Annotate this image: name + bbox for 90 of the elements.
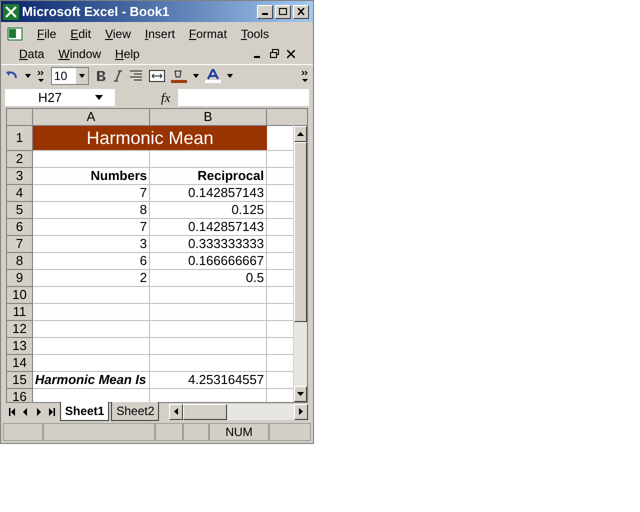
table-cell: Reciprocal <box>150 168 267 185</box>
table-cell: 2 <box>33 270 150 287</box>
row-header[interactable]: 15 <box>7 372 33 389</box>
table-cell: 6 <box>33 253 150 270</box>
excel-icon <box>3 4 19 20</box>
first-sheet-icon[interactable] <box>9 408 16 416</box>
table-cell: Numbers <box>33 168 150 185</box>
bold-icon[interactable] <box>95 70 107 82</box>
row-header[interactable]: 12 <box>7 321 33 338</box>
italic-icon[interactable] <box>113 70 123 82</box>
row-header[interactable]: 9 <box>7 270 33 287</box>
title-cell: Harmonic Mean <box>33 126 267 151</box>
row-header[interactable]: 1 <box>7 126 33 151</box>
row-header[interactable]: 16 <box>7 389 33 402</box>
font-color-icon[interactable] <box>205 68 221 83</box>
sheet-tab[interactable]: Sheet2 <box>111 402 160 421</box>
sheet-tab[interactable]: Sheet1 <box>60 402 110 421</box>
status-panel <box>269 423 311 441</box>
row-header[interactable]: 4 <box>7 185 33 202</box>
scroll-up-icon <box>297 132 304 136</box>
scroll-up-button[interactable] <box>294 126 307 142</box>
more-icon[interactable] <box>301 70 309 82</box>
maximize-button[interactable] <box>275 4 291 19</box>
horizontal-scrollbar[interactable] <box>169 404 308 420</box>
row-header[interactable]: 7 <box>7 236 33 253</box>
function-label[interactable]: fx <box>161 88 170 108</box>
table-cell: Harmonic Mean Is <box>33 372 150 389</box>
row-header[interactable]: 5 <box>7 202 33 219</box>
table-cell: 0.142857143 <box>150 219 267 236</box>
table-cell: 0.333333333 <box>150 236 267 253</box>
next-sheet-icon[interactable] <box>35 408 42 416</box>
row-header[interactable]: 13 <box>7 338 33 355</box>
menu-item[interactable]: Edit <box>70 25 92 44</box>
table-cell: 0.5 <box>150 270 267 287</box>
vertical-scrollbar[interactable] <box>293 109 307 402</box>
menu-item[interactable]: Help <box>115 44 140 63</box>
dropdown-arrow-icon <box>79 74 85 78</box>
close-button[interactable] <box>293 4 309 19</box>
scroll-right-icon <box>299 408 303 415</box>
menu-item[interactable]: File <box>37 25 56 44</box>
menu-item[interactable]: Format <box>188 25 227 44</box>
row-header[interactable]: 10 <box>7 287 33 304</box>
table-cell: 7 <box>33 185 150 202</box>
menu-item[interactable]: Window <box>58 44 102 63</box>
minimize-button[interactable] <box>257 4 273 19</box>
row-header[interactable]: 3 <box>7 168 33 185</box>
table-cell: 0.142857143 <box>150 185 267 202</box>
more-icon[interactable] <box>37 70 45 82</box>
row-header[interactable]: 11 <box>7 304 33 321</box>
table-cell: 7 <box>33 219 150 236</box>
close-icon <box>297 8 305 16</box>
table-cell: 3 <box>33 236 150 253</box>
fill-color-icon[interactable] <box>171 68 187 83</box>
menu-item[interactable]: Tools <box>240 25 269 44</box>
status-panel <box>183 423 209 441</box>
last-sheet-icon[interactable] <box>48 408 55 416</box>
dropdown-arrow-icon[interactable] <box>193 74 199 78</box>
workbook-icon <box>7 26 23 42</box>
row-header[interactable]: 6 <box>7 219 33 236</box>
menu-item[interactable]: Data <box>19 44 44 63</box>
table-cell: 0.166666667 <box>150 253 267 270</box>
row-header[interactable]: 14 <box>7 355 33 372</box>
scroll-down-icon <box>297 392 304 396</box>
scroll-left-icon <box>174 408 178 415</box>
formula-field[interactable] <box>178 89 309 106</box>
close-icon[interactable] <box>287 50 295 58</box>
merge-center-icon[interactable] <box>149 70 165 82</box>
row-header[interactable]: 8 <box>7 253 33 270</box>
maximize-icon <box>279 8 287 16</box>
table-cell: 4.253164557 <box>150 372 267 389</box>
menu-item[interactable]: Insert <box>144 25 175 44</box>
scroll-down-button[interactable] <box>294 386 307 402</box>
dropdown-arrow-icon[interactable] <box>25 74 31 78</box>
scroll-thumb[interactable] <box>183 404 228 420</box>
table-cell: 8 <box>33 202 150 219</box>
num-lock-indicator: NUM <box>209 423 269 441</box>
menu-item[interactable]: View <box>105 25 131 44</box>
font-size-field[interactable]: 10 <box>51 66 89 85</box>
dropdown-arrow-icon <box>95 95 103 100</box>
dropdown-arrow-icon[interactable] <box>227 74 233 78</box>
scroll-thumb[interactable] <box>294 142 307 322</box>
align-right-icon[interactable] <box>129 70 143 82</box>
table-cell: 0.125 <box>150 202 267 219</box>
name-box[interactable]: H27 <box>5 89 115 106</box>
restore-icon[interactable] <box>270 49 279 58</box>
row-header[interactable]: 2 <box>7 151 33 168</box>
scroll-left-button[interactable] <box>169 404 184 420</box>
scroll-right-button[interactable] <box>294 404 308 420</box>
prev-sheet-icon[interactable] <box>22 408 29 416</box>
window-title: Microsoft Excel - Book1 <box>22 2 170 21</box>
